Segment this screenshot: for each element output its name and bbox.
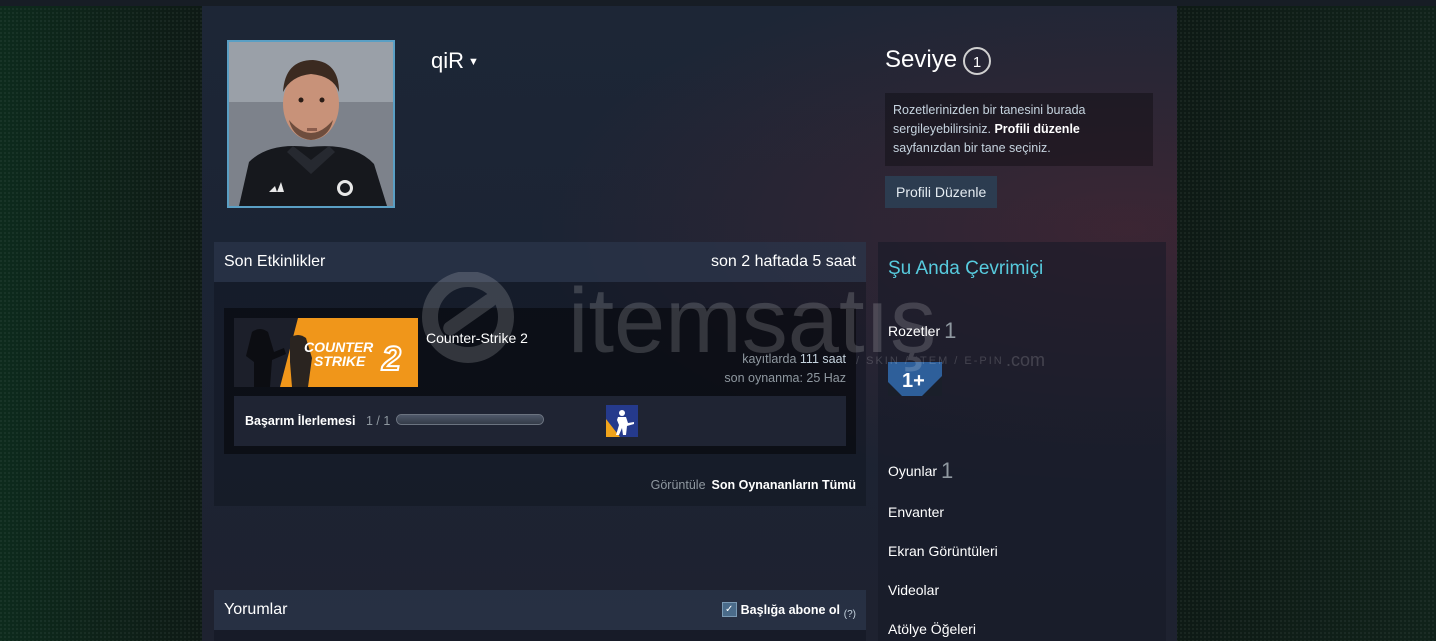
achievement-progress-fill	[397, 415, 543, 424]
badge-hint-text: Rozetlerinizden bir tanesini burada serg…	[885, 93, 1153, 166]
level-label: Seviye	[885, 46, 958, 73]
achievement-count: 1 / 1	[366, 414, 391, 428]
svg-text:1+: 1+	[902, 370, 925, 392]
inventory-link[interactable]: Envanter	[888, 504, 944, 520]
cs2-capsule-art: COUNTER STRIKE 2	[234, 318, 418, 387]
edit-profile-hint-link[interactable]: Profili düzenle	[994, 122, 1079, 136]
all-recently-played-link[interactable]: Son Oynananların Tümü	[712, 478, 856, 492]
game-capsule-image[interactable]: COUNTER STRIKE 2	[234, 318, 418, 387]
recent-activity-title: Son Etkinlikler	[224, 253, 326, 270]
profile-avatar[interactable]	[227, 40, 395, 208]
persona-name-dropdown[interactable]: qiR ▼	[431, 48, 479, 74]
comments-title: Yorumlar	[224, 601, 288, 618]
game-name-link[interactable]: Counter-Strike 2	[426, 330, 528, 346]
avatar-photo	[229, 42, 393, 206]
achievement-label: Başarım İlerlemesi	[245, 414, 356, 428]
help-icon[interactable]: (?)	[844, 595, 856, 635]
caret-down-icon: ▼	[468, 56, 479, 69]
games-link[interactable]: Oyunlar 1	[888, 458, 953, 484]
badges-label: Rozetler	[888, 323, 941, 339]
achievement-progress-bar	[396, 414, 544, 425]
comments-header: Yorumlar ✓ Başlığa abone ol (?)	[214, 590, 866, 630]
persona-name: qiR	[431, 48, 465, 73]
badge-1plus-icon[interactable]: 1+	[888, 362, 942, 396]
activity-footer-links: Görüntüle Son Oynananların Tümü	[651, 478, 856, 492]
svg-text:2: 2	[381, 340, 401, 378]
online-status: Şu Anda Çevrimiçi	[888, 258, 1044, 279]
subscribe-thread-toggle[interactable]: ✓ Başlığa abone ol	[721, 602, 840, 618]
recent-game-item: COUNTER STRIKE 2 Counter-Strike 2 kayıtl…	[224, 308, 856, 454]
achievement-icon[interactable]	[606, 405, 638, 437]
playtime-summary: son 2 haftada 5 saat	[711, 253, 856, 270]
recent-activity-header: Son Etkinlikler son 2 haftada 5 saat	[214, 242, 866, 282]
hours-on-record: 111 saat	[799, 352, 846, 366]
game-stats: kayıtlarda 111 saat son oynanma: 25 Haz	[724, 350, 846, 388]
achievement-progress-row[interactable]: Başarım İlerlemesi 1 / 1	[234, 396, 846, 446]
cs-soldier-icon	[606, 405, 638, 437]
badges-count: 1	[944, 318, 957, 343]
comments-section: Yorumlar ✓ Başlığa abone ol (?)	[214, 590, 866, 641]
recent-activity-section: Son Etkinlikler son 2 haftada 5 saat COU…	[214, 242, 866, 506]
checkbox-checked-icon[interactable]: ✓	[721, 602, 737, 618]
level-badge[interactable]: 1	[963, 46, 992, 75]
profile-page: qiR ▼ Seviye 1 Rozetlerinizden bir tanesin…	[202, 6, 1177, 641]
badges-link[interactable]: Rozetler 1	[888, 318, 956, 344]
profile-level: Seviye 1	[885, 46, 992, 75]
videos-link[interactable]: Videolar	[888, 582, 939, 598]
profile-sidebar: Şu Anda Çevrimiçi Rozetler 1 1+ Oyunlar 1 …	[878, 242, 1166, 641]
screenshots-link[interactable]: Ekran Görüntüleri	[888, 543, 998, 559]
view-label: Görüntüle	[650, 478, 706, 492]
subscribe-label: Başlığa abone ol	[740, 603, 840, 617]
svg-text:STRIKE: STRIKE	[314, 353, 366, 369]
workshop-link[interactable]: Atölye Öğeleri	[888, 621, 976, 637]
games-label: Oyunlar	[888, 463, 938, 479]
last-played: son oynanma: 25 Haz	[724, 371, 846, 385]
edit-profile-button[interactable]: Profili Düzenle	[885, 176, 998, 208]
games-count: 1	[941, 458, 954, 483]
